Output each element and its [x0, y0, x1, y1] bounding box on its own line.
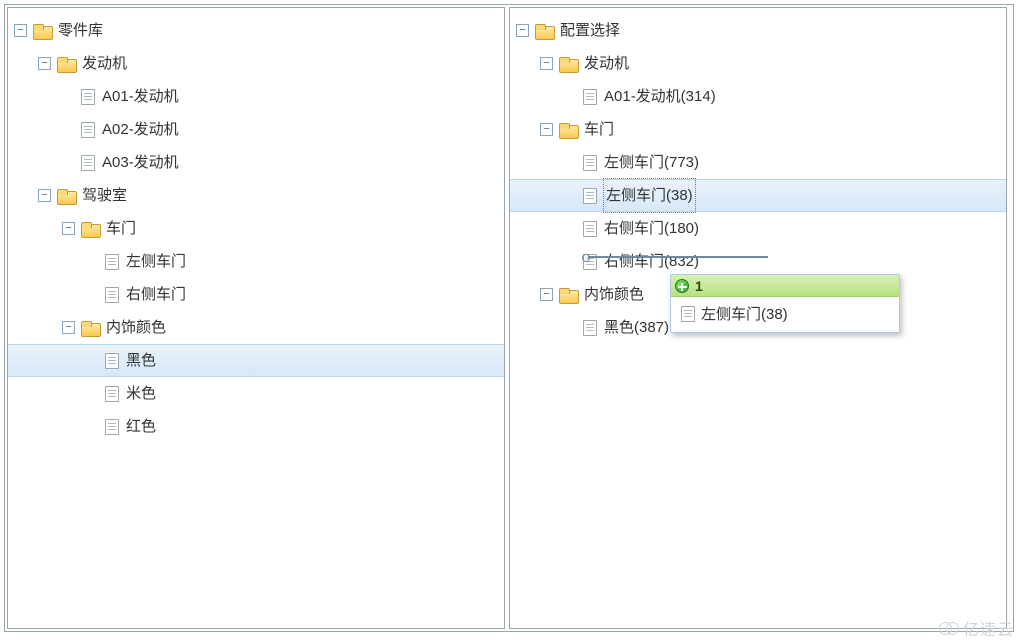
file-icon	[105, 353, 119, 369]
collapse-icon[interactable]: −	[516, 24, 529, 37]
tree-root-parts[interactable]: − 零件库	[8, 14, 504, 47]
file-icon	[583, 89, 597, 105]
drag-proxy[interactable]: 1 左侧车门(38)	[670, 274, 900, 333]
node-label: 红色	[125, 410, 157, 443]
collapse-icon[interactable]: −	[38, 57, 51, 70]
node-label: 内饰颜色	[583, 278, 645, 311]
config-tree-panel: − 配置选择 − 发动机 A01-发动机(314) − 车门	[509, 7, 1007, 629]
node-label: A01-发动机	[101, 80, 180, 113]
node-label: 左侧车门	[125, 245, 187, 278]
node-label: 米色	[125, 377, 157, 410]
tree-leaf[interactable]: 右侧车门	[8, 278, 504, 311]
tree-root-config[interactable]: − 配置选择	[510, 14, 1006, 47]
tree-node-doors[interactable]: − 车门	[8, 212, 504, 245]
node-label: A01-发动机(314)	[603, 80, 717, 113]
file-icon	[105, 254, 119, 270]
tree-leaf[interactable]: 右侧车门(180)	[510, 212, 1006, 245]
file-icon	[583, 155, 597, 171]
node-label: 发动机	[583, 47, 630, 80]
tree-node-engine[interactable]: − 发动机	[510, 47, 1006, 80]
file-icon	[105, 419, 119, 435]
file-icon	[81, 89, 95, 105]
file-icon	[105, 287, 119, 303]
tree-leaf[interactable]: 米色	[8, 377, 504, 410]
file-icon	[81, 122, 95, 138]
tree-node-engine[interactable]: − 发动机	[8, 47, 504, 80]
collapse-icon[interactable]: −	[62, 222, 75, 235]
drag-proxy-body: 左侧车门(38)	[671, 297, 899, 332]
collapse-icon[interactable]: −	[540, 123, 553, 136]
node-label: 车门	[583, 113, 615, 146]
parts-tree-panel: − 零件库 − 发动机 A01-发动机 A02-发动机	[7, 7, 505, 629]
folder-icon	[33, 24, 51, 38]
tree-leaf[interactable]: 左侧车门	[8, 245, 504, 278]
node-label: 左侧车门(773)	[603, 146, 700, 179]
node-label: 零件库	[57, 14, 104, 47]
file-icon	[81, 155, 95, 171]
collapse-icon[interactable]: −	[14, 24, 27, 37]
folder-icon	[559, 123, 577, 137]
tree-leaf-dragging[interactable]: 左侧车门(38)	[510, 179, 1006, 212]
node-label: 左侧车门(38)	[603, 178, 696, 213]
watermark-text: 亿速云	[963, 616, 1014, 640]
drag-proxy-header: 1	[671, 275, 899, 297]
node-label: A02-发动机	[101, 113, 180, 146]
node-label: 黑色(387)	[603, 311, 670, 344]
watermark-logo-icon	[939, 622, 959, 634]
collapse-icon[interactable]: −	[38, 189, 51, 202]
tree-leaf[interactable]: A02-发动机	[8, 113, 504, 146]
node-label: 右侧车门	[125, 278, 187, 311]
node-label: 车门	[105, 212, 137, 245]
node-label: 内饰颜色	[105, 311, 167, 344]
parts-tree[interactable]: − 零件库 − 发动机 A01-发动机 A02-发动机	[8, 8, 504, 443]
drag-item-label: 左侧车门(38)	[701, 303, 788, 324]
folder-icon	[81, 321, 99, 335]
collapse-icon[interactable]: −	[540, 288, 553, 301]
folder-icon	[559, 288, 577, 302]
tree-leaf[interactable]: 红色	[8, 410, 504, 443]
drag-count: 1	[695, 278, 703, 294]
tree-leaf[interactable]: 左侧车门(773)	[510, 146, 1006, 179]
tree-node-colors[interactable]: − 内饰颜色	[8, 311, 504, 344]
drop-allowed-icon	[675, 279, 689, 293]
tree-node-doors[interactable]: − 车门	[510, 113, 1006, 146]
file-icon	[583, 320, 597, 336]
folder-icon	[559, 57, 577, 71]
node-label: 驾驶室	[81, 179, 128, 212]
file-icon	[583, 221, 597, 237]
tree-leaf[interactable]: A01-发动机(314)	[510, 80, 1006, 113]
folder-icon	[81, 222, 99, 236]
file-icon	[583, 188, 597, 204]
split-container: − 零件库 − 发动机 A01-发动机 A02-发动机	[4, 4, 1014, 632]
tree-node-cab[interactable]: − 驾驶室	[8, 179, 504, 212]
drop-insert-indicator	[588, 256, 768, 258]
node-label: 发动机	[81, 47, 128, 80]
node-label: 右侧车门(180)	[603, 212, 700, 245]
collapse-icon[interactable]: −	[62, 321, 75, 334]
node-label: 黑色	[125, 344, 157, 377]
folder-icon	[57, 189, 75, 203]
folder-icon	[535, 24, 553, 38]
tree-leaf-selected[interactable]: 黑色	[8, 344, 504, 377]
watermark: 亿速云	[939, 616, 1014, 640]
tree-leaf[interactable]: A01-发动机	[8, 80, 504, 113]
file-icon	[681, 306, 695, 322]
node-label: 配置选择	[559, 14, 621, 47]
node-label: A03-发动机	[101, 146, 180, 179]
folder-icon	[57, 57, 75, 71]
tree-leaf[interactable]: A03-发动机	[8, 146, 504, 179]
collapse-icon[interactable]: −	[540, 57, 553, 70]
file-icon	[105, 386, 119, 402]
